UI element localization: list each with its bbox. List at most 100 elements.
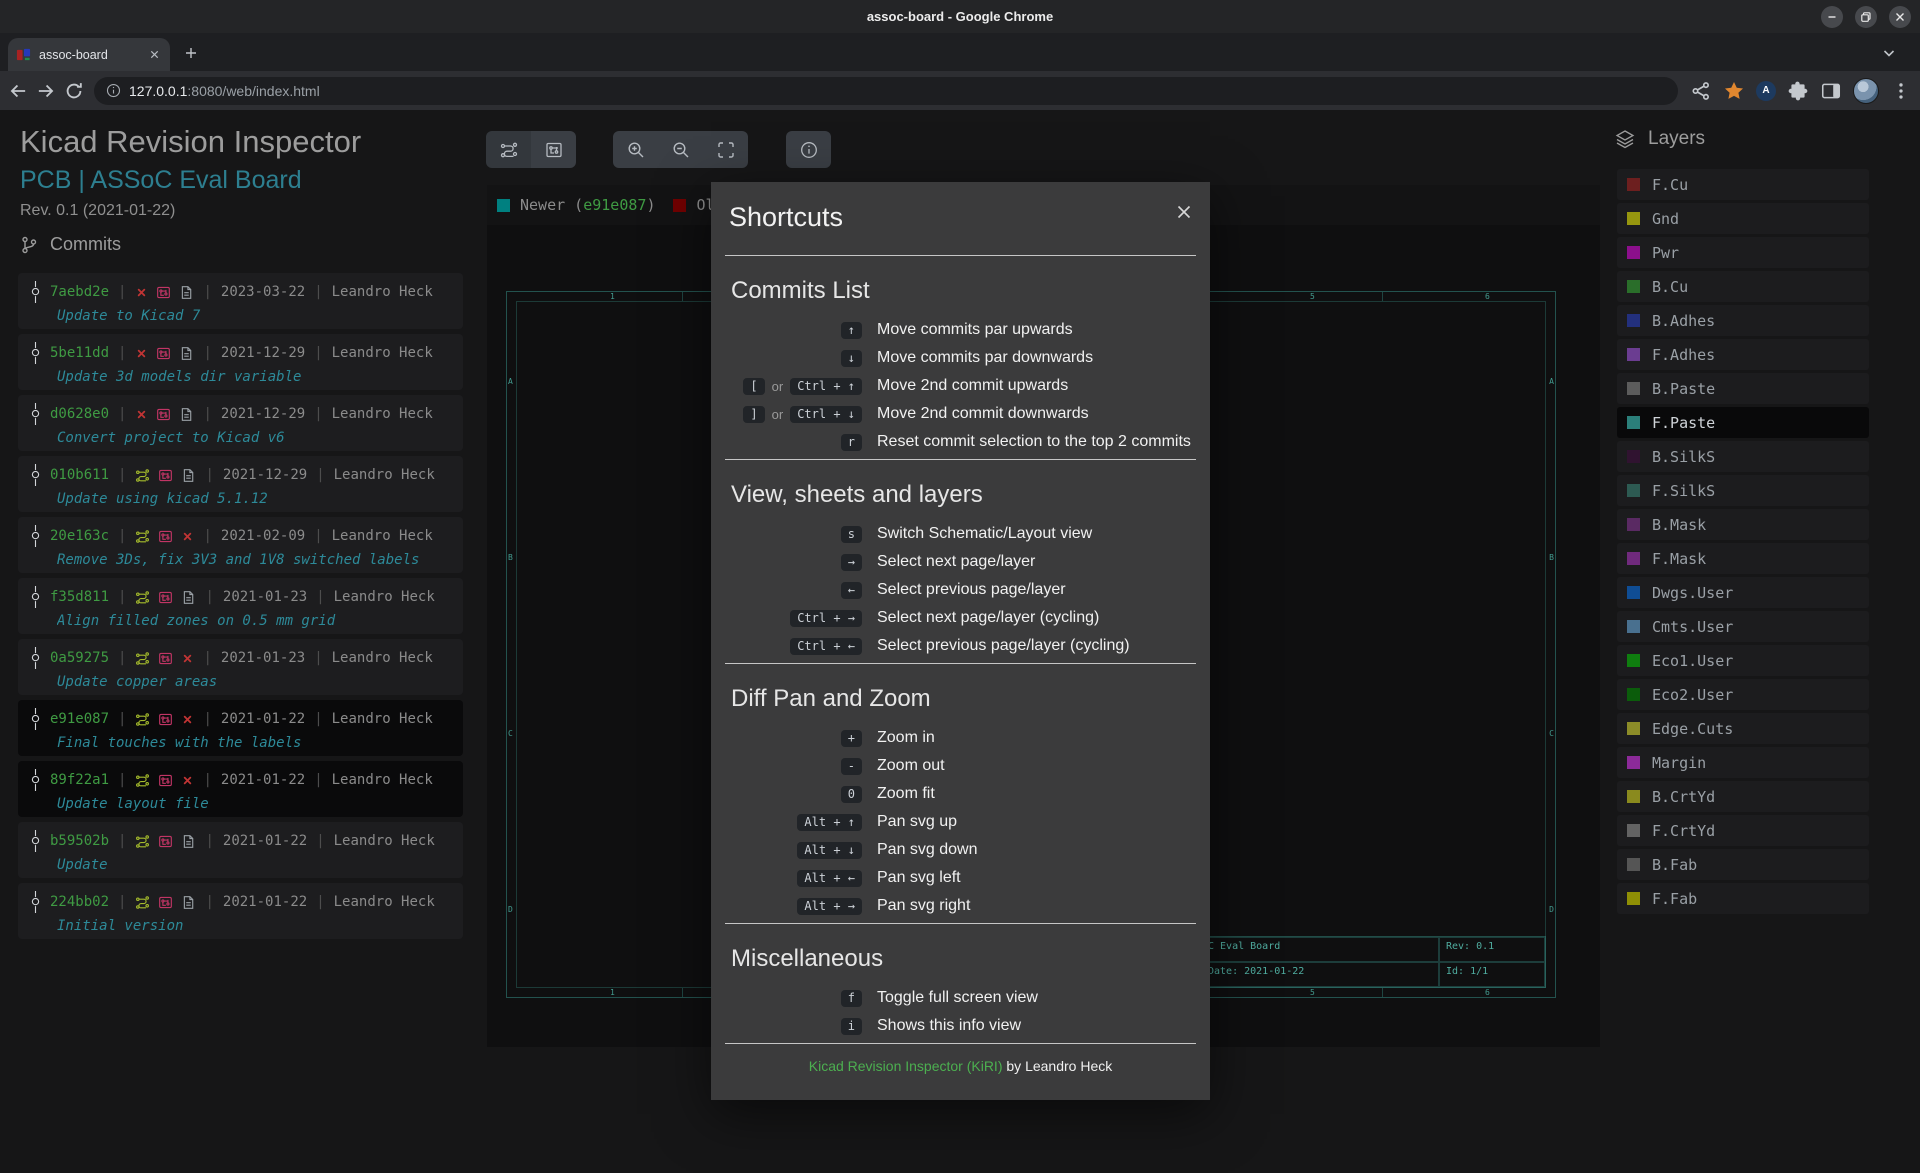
shortcut-description: Pan svg right (877, 897, 970, 915)
sheet-column-tick: 6 (1485, 292, 1490, 301)
layer-item[interactable]: Edge.Cuts (1617, 713, 1869, 744)
commit-item[interactable]: 5be11dd | | 2021-12-29 | Leandro Heck Up… (18, 334, 463, 390)
share-icon[interactable] (1690, 80, 1712, 102)
commit-item[interactable]: 7aebd2e | | 2023-03-22 | Leandro Heck Up… (18, 273, 463, 329)
new-tab-button[interactable] (180, 42, 202, 64)
tab-search-chevron-icon[interactable] (1880, 44, 1898, 62)
shortcut-description: Reset commit selection to the top 2 comm… (877, 433, 1191, 451)
title-block-date: Date: 2021-01-22 (1201, 962, 1439, 987)
reload-icon[interactable] (63, 80, 85, 102)
layer-color-swatch (1627, 620, 1640, 633)
window-title: assoc-board - Google Chrome (867, 9, 1053, 24)
layer-item[interactable]: F.Adhes (1617, 339, 1869, 370)
shortcut-description: Pan svg down (877, 841, 978, 859)
separator: | (203, 772, 211, 788)
shortcut-description: Pan svg up (877, 813, 957, 831)
tab-assoc-board[interactable]: assoc-board (8, 38, 170, 71)
separator: | (118, 345, 126, 361)
layer-item[interactable]: B.Adhes (1617, 305, 1869, 336)
commit-item[interactable]: 89f22a1 | | 2021-01-22 | Leandro Heck Up… (18, 761, 463, 817)
key-badge: Ctrl + → (790, 610, 862, 627)
layer-item[interactable]: Cmts.User (1617, 611, 1869, 642)
commit-item[interactable]: b59502b | | 2021-01-22 | Leandro Heck Up… (18, 822, 463, 878)
extension-a-icon[interactable]: A (1756, 81, 1776, 101)
site-info-icon[interactable] (106, 83, 121, 98)
layer-name: B.Paste (1652, 380, 1715, 398)
layer-color-swatch (1627, 790, 1640, 803)
commit-item[interactable]: 0a59275 | | 2021-01-23 | Leandro Heck Up… (18, 639, 463, 695)
restore-button[interactable] (1855, 6, 1877, 28)
layer-item[interactable]: Eco1.User (1617, 645, 1869, 676)
layer-item[interactable]: F.Cu (1617, 169, 1869, 200)
layer-item[interactable]: B.SilkS (1617, 441, 1869, 472)
layer-item[interactable]: F.Mask (1617, 543, 1869, 574)
url-bar[interactable]: 127.0.0.1:8080/web/index.html (94, 77, 1678, 105)
profile-avatar[interactable] (1853, 78, 1879, 104)
layer-item[interactable]: Eco2.User (1617, 679, 1869, 710)
commit-item[interactable]: 224bb02 | | 2021-01-22 | Leandro Heck In… (18, 883, 463, 939)
commit-summary: e91e087 | | 2021-01-22 | Leandro Heck (30, 708, 451, 730)
minimize-button[interactable] (1821, 6, 1843, 28)
schematic-view-button[interactable] (486, 131, 531, 168)
bookmark-star-icon[interactable] (1723, 80, 1745, 102)
zoom-fit-button[interactable] (703, 131, 748, 168)
commit-item[interactable]: 010b611 | | 2021-12-29 | Leandro Heck Up… (18, 456, 463, 512)
layer-name: B.Cu (1652, 278, 1688, 296)
layout-diff-icon (158, 529, 173, 544)
shortcut-row: r Reset commit selection to the top 2 co… (711, 428, 1210, 456)
layer-color-swatch (1627, 518, 1640, 531)
forward-icon[interactable] (35, 80, 57, 102)
back-icon[interactable] (7, 80, 29, 102)
layer-item[interactable]: B.Fab (1617, 849, 1869, 880)
window-controls (1821, 6, 1911, 28)
layer-item[interactable]: Dwgs.User (1617, 577, 1869, 608)
commit-date: 2023-03-22 (221, 284, 305, 300)
shortcut-keys: Alt + → (731, 898, 862, 915)
layer-item[interactable]: F.Paste (1617, 407, 1869, 438)
layer-item[interactable]: Gnd (1617, 203, 1869, 234)
info-button[interactable] (786, 131, 831, 168)
shortcut-row: ]orCtrl + ↓ Move 2nd commit downwards (711, 400, 1210, 428)
schematic-diff-icon (135, 712, 150, 727)
layer-item[interactable]: Pwr (1617, 237, 1869, 268)
modal-close-icon[interactable] (1174, 202, 1194, 222)
commit-item[interactable]: e91e087 | | 2021-01-22 | Leandro Heck Fi… (18, 700, 463, 756)
sheet-row-tick: B (1549, 553, 1554, 562)
shortcut-description: Shows this info view (877, 1017, 1021, 1035)
layer-item[interactable]: F.SilkS (1617, 475, 1869, 506)
side-panel-icon[interactable] (1820, 80, 1842, 102)
zoom-out-button[interactable] (658, 131, 703, 168)
shortcut-section-heading: Miscellaneous (731, 944, 1210, 974)
commit-date: 2021-12-29 (223, 467, 307, 483)
tab-close-icon[interactable] (146, 47, 162, 63)
layer-color-swatch (1627, 484, 1640, 497)
key-badge: Ctrl + ↑ (790, 378, 862, 395)
commit-summary: 010b611 | | 2021-12-29 | Leandro Heck (30, 464, 451, 486)
shortcut-keys: + (731, 730, 862, 747)
commit-node-icon (30, 525, 41, 547)
layer-item[interactable]: F.Fab (1617, 883, 1869, 914)
kiri-link[interactable]: Kicad Revision Inspector (KiRI) (809, 1058, 1003, 1074)
layers-header: Layers (1615, 128, 1705, 150)
document-icon (181, 468, 196, 483)
key-badge: Alt + ↓ (797, 842, 862, 859)
menu-kebab-icon[interactable] (1890, 80, 1912, 102)
separator: | (205, 833, 213, 849)
close-window-button[interactable] (1889, 6, 1911, 28)
layer-item[interactable]: B.Paste (1617, 373, 1869, 404)
commit-item[interactable]: d0628e0 | | 2021-12-29 | Leandro Heck Co… (18, 395, 463, 451)
layer-item[interactable]: B.Mask (1617, 509, 1869, 540)
layer-item[interactable]: B.CrtYd (1617, 781, 1869, 812)
layout-view-button[interactable] (531, 131, 576, 168)
missing-diff-icon (135, 408, 148, 421)
commit-item[interactable]: 20e163c | | 2021-02-09 | Leandro Heck Re… (18, 517, 463, 573)
separator: | (203, 528, 211, 544)
layer-item[interactable]: Margin (1617, 747, 1869, 778)
layer-item[interactable]: B.Cu (1617, 271, 1869, 302)
layer-item[interactable]: F.CrtYd (1617, 815, 1869, 846)
extensions-puzzle-icon[interactable] (1787, 80, 1809, 102)
zoom-in-button[interactable] (613, 131, 658, 168)
shortcut-keys: Alt + ↑ (731, 814, 862, 831)
commit-item[interactable]: f35d811 | | 2021-01-23 | Leandro Heck Al… (18, 578, 463, 634)
shortcut-section: Miscellaneous f Toggle full screen view … (711, 944, 1210, 1044)
